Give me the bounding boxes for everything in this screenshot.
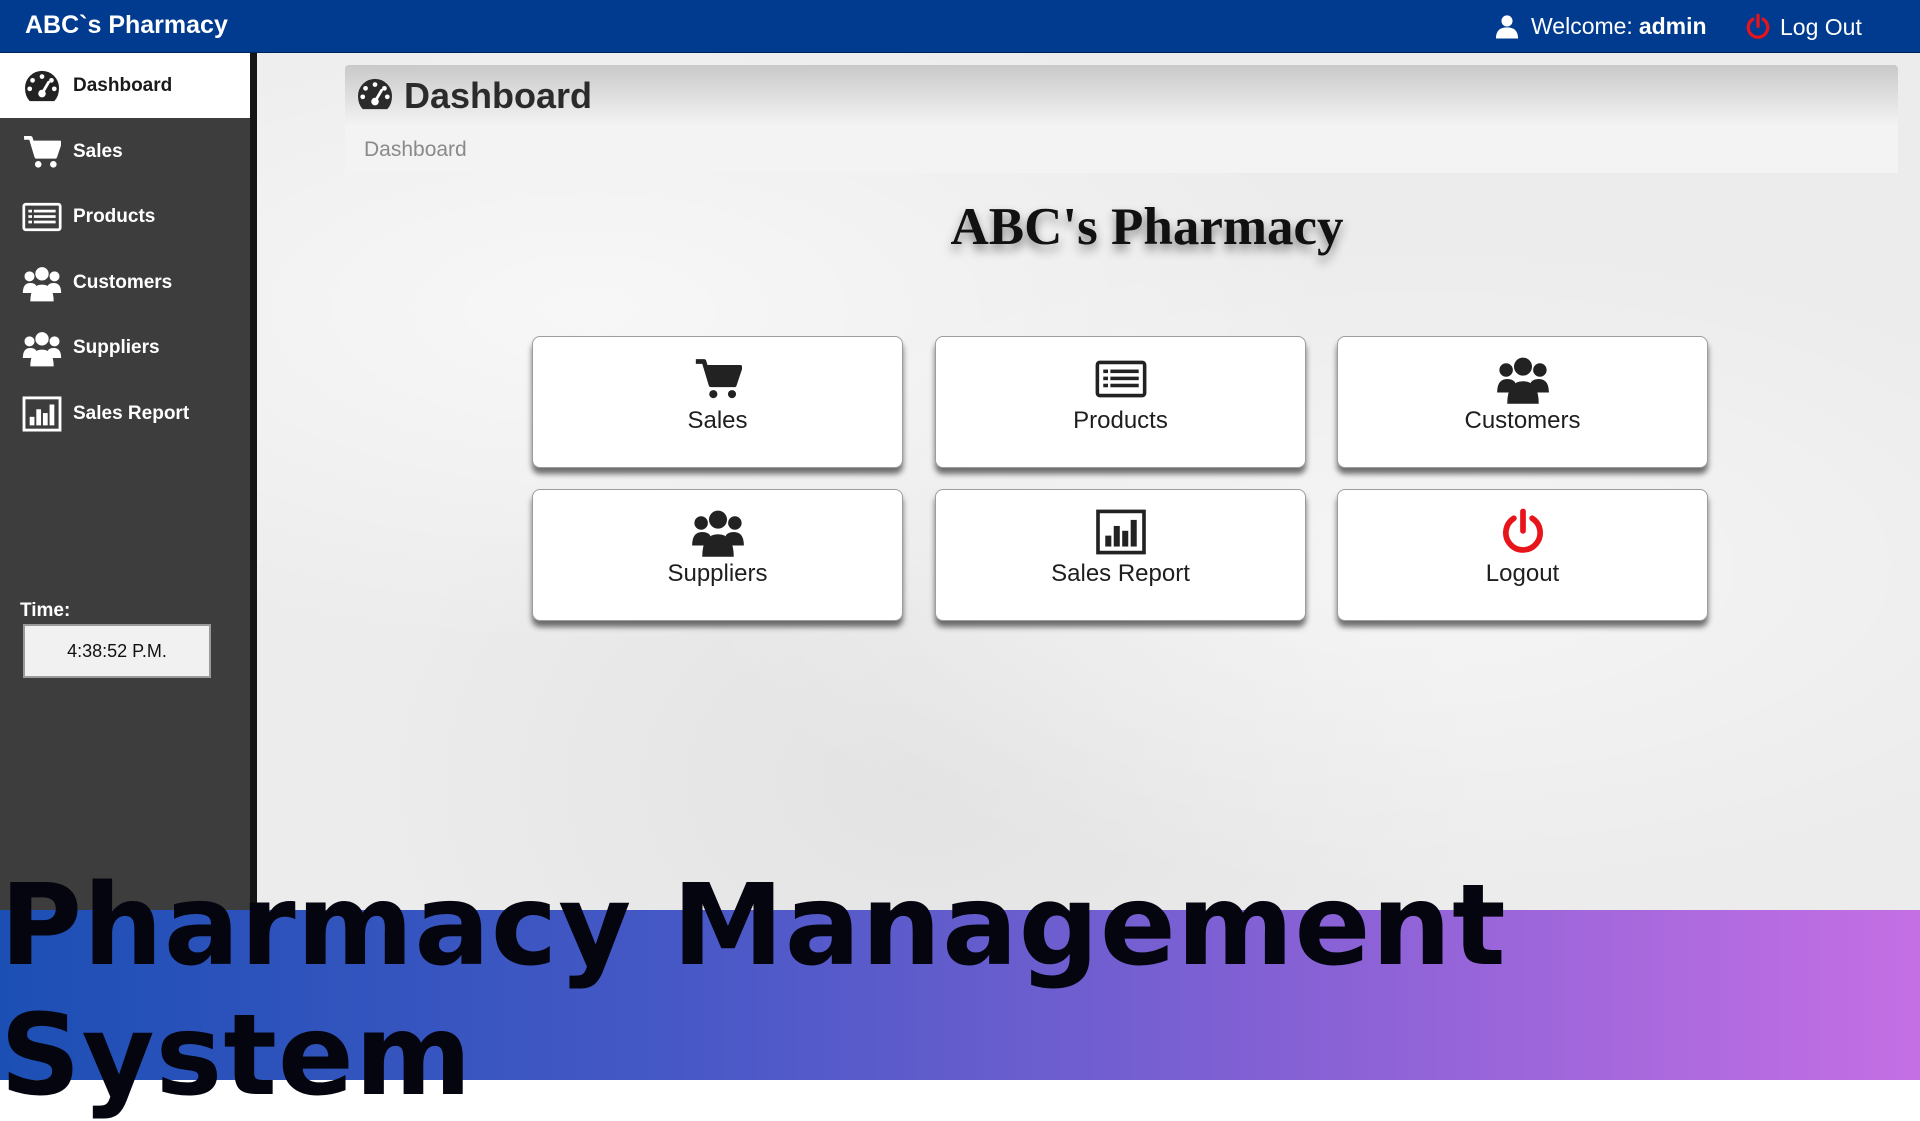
- tile-label: Logout: [1485, 560, 1560, 587]
- list-icon: [22, 202, 62, 232]
- sidebar-item-label: Customers: [73, 271, 173, 293]
- power-icon: [1500, 508, 1546, 556]
- top-navbar: ABC`s Pharmacy Welcome: admin Log Out: [0, 0, 1920, 53]
- sidebar-item-customers[interactable]: Customers: [0, 250, 250, 315]
- bar-chart-icon: [1094, 508, 1148, 556]
- sidebar: Dashboard Sales Products Customers Suppl…: [0, 53, 257, 910]
- brand-logo-text[interactable]: ABC`s Pharmacy: [25, 11, 228, 40]
- sidebar-item-products[interactable]: Products: [0, 184, 250, 249]
- logout-link[interactable]: Log Out: [1745, 13, 1862, 41]
- dashboard-icon: [22, 69, 62, 103]
- list-icon: [1095, 355, 1147, 403]
- tile-label: Customers: [1464, 407, 1581, 434]
- time-label: Time:: [20, 600, 71, 621]
- banner-title: Pharmacy Management System: [0, 861, 1507, 1121]
- main-content: Dashboard Dashboard ABC's Pharmacy Sales…: [257, 53, 1920, 910]
- sidebar-item-sales-report[interactable]: Sales Report: [0, 381, 250, 446]
- sidebar-item-suppliers[interactable]: Suppliers: [0, 315, 250, 380]
- user-icon: [1495, 14, 1519, 39]
- sales-tile-button[interactable]: Sales: [532, 336, 903, 468]
- dashboard-icon: [356, 77, 394, 116]
- sidebar-item-dashboard[interactable]: Dashboard: [0, 53, 250, 118]
- sidebar-item-sales[interactable]: Sales: [0, 119, 250, 184]
- cart-icon: [22, 135, 62, 169]
- users-icon: [22, 264, 62, 302]
- bar-chart-icon: [22, 396, 62, 432]
- sidebar-item-label: Sales Report: [73, 402, 190, 424]
- welcome-user: Welcome: admin: [1495, 13, 1707, 40]
- tile-label: Sales: [687, 407, 748, 434]
- breadcrumb: Dashboard: [345, 127, 1898, 173]
- sidebar-item-label: Sales: [73, 140, 123, 162]
- logout-tile-button[interactable]: Logout: [1337, 489, 1708, 621]
- sales-report-tile-button[interactable]: Sales Report: [935, 489, 1306, 621]
- title-banner: Pharmacy Management System: [0, 861, 1920, 1121]
- welcome-username: admin: [1638, 13, 1707, 39]
- logout-link-label: Log Out: [1780, 13, 1862, 40]
- customers-tile-button[interactable]: Customers: [1337, 336, 1708, 468]
- sidebar-item-label: Dashboard: [73, 74, 173, 96]
- time-display: 4:38:52 P.M.: [23, 624, 211, 678]
- sidebar-item-label: Suppliers: [73, 336, 160, 358]
- pharmacy-heading: ABC's Pharmacy: [950, 198, 1344, 256]
- welcome-prefix: Welcome:: [1531, 13, 1633, 39]
- panel-header: Dashboard: [345, 65, 1898, 127]
- sidebar-item-label: Products: [73, 205, 156, 227]
- cart-icon: [694, 355, 742, 403]
- power-icon: [1745, 13, 1771, 41]
- users-icon: [1496, 355, 1550, 403]
- users-icon: [691, 508, 745, 556]
- tile-label: Sales Report: [1051, 560, 1190, 587]
- users-icon: [22, 329, 62, 367]
- tile-label: Suppliers: [667, 560, 768, 587]
- products-tile-button[interactable]: Products: [935, 336, 1306, 468]
- page-title: Dashboard: [404, 75, 593, 116]
- breadcrumb-item[interactable]: Dashboard: [364, 138, 467, 162]
- suppliers-tile-button[interactable]: Suppliers: [532, 489, 903, 621]
- tile-label: Products: [1073, 407, 1168, 434]
